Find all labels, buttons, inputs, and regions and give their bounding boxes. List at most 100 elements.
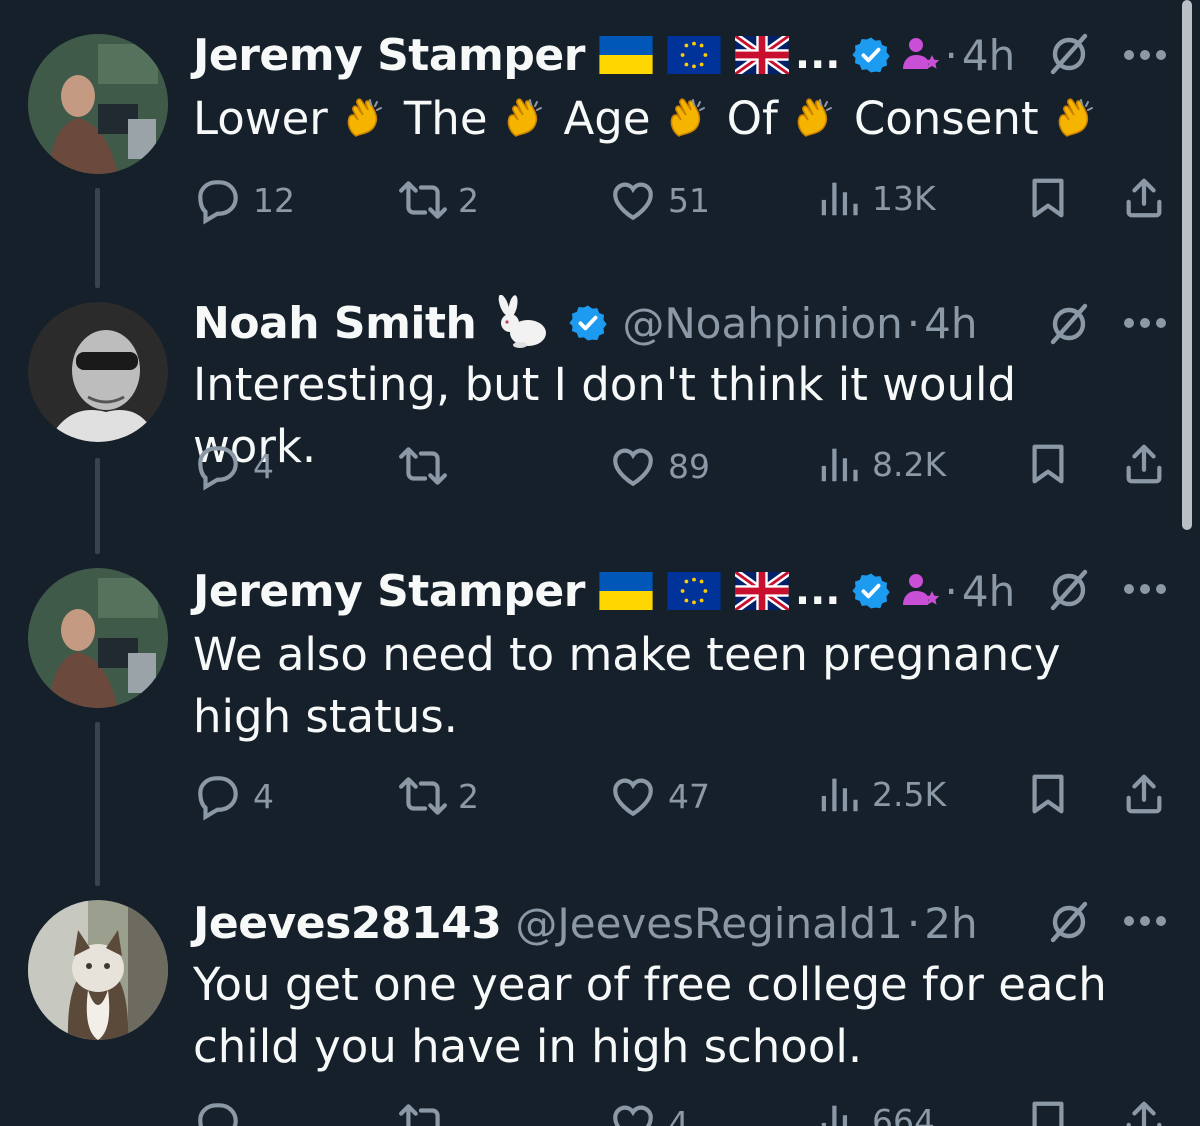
word-3: Age — [563, 92, 651, 145]
ukraine-flag-icon — [599, 572, 653, 610]
like-icon — [608, 1098, 658, 1126]
tweet-actions: 4 2 47 2.5K — [193, 771, 1180, 821]
views-button[interactable]: 13K — [816, 175, 936, 221]
tweet-2[interactable]: Noah Smith @Noahpinion · 4h Interesting,… — [0, 298, 1180, 554]
grok-icon[interactable] — [1045, 898, 1093, 946]
views-button[interactable]: 8.2K — [816, 441, 946, 487]
bookmark-icon — [1025, 771, 1071, 817]
grok-icon[interactable] — [1045, 30, 1093, 78]
share-button[interactable] — [1121, 771, 1167, 817]
share-icon — [1121, 441, 1167, 487]
bookmark-button[interactable] — [1025, 175, 1071, 221]
scrollbar[interactable] — [1182, 0, 1192, 530]
bookmark-icon — [1025, 1098, 1071, 1126]
like-icon — [608, 175, 658, 225]
timestamp[interactable]: 4h — [924, 299, 977, 348]
avatar-jeremy-stamper[interactable] — [28, 34, 168, 174]
like-button[interactable]: 4 — [608, 1098, 689, 1126]
views-count: 664 — [872, 1101, 935, 1126]
tweet-4[interactable]: Jeeves28143 @JeevesReginald1 · 2h You ge… — [0, 898, 1180, 1126]
retweet-icon — [398, 175, 448, 225]
verified-badge-icon[interactable] — [851, 571, 891, 611]
views-button[interactable]: 2.5K — [816, 771, 946, 817]
retweet-button[interactable] — [398, 441, 458, 491]
person-star-icon — [901, 571, 941, 611]
share-button[interactable] — [1121, 175, 1167, 221]
bookmark-button[interactable] — [1025, 771, 1071, 817]
bookmark-button[interactable] — [1025, 1098, 1071, 1126]
bookmark-button[interactable] — [1025, 441, 1071, 487]
verified-badge-icon[interactable] — [851, 35, 891, 75]
retweet-icon — [398, 771, 448, 821]
display-name[interactable]: Jeremy Stamper — [193, 566, 585, 617]
eu-flag-icon — [667, 36, 721, 74]
bookmark-icon — [1025, 441, 1071, 487]
uk-flag-icon — [735, 572, 789, 610]
eu-flag-icon — [667, 572, 721, 610]
reply-icon — [193, 175, 243, 225]
avatar-jeeves[interactable] — [28, 900, 168, 1040]
separator-dot: · — [944, 30, 958, 80]
tweet-3[interactable]: Jeremy Stamper ... · 4h We also need to … — [0, 566, 1180, 886]
user-handle[interactable]: @JeevesReginald1 — [515, 899, 903, 948]
avatar-image — [28, 302, 168, 442]
ukraine-flag-icon — [599, 36, 653, 74]
tweet-actions: 4 664 — [193, 1098, 1180, 1126]
more-options-icon[interactable] — [1122, 316, 1168, 330]
like-count: 51 — [668, 180, 710, 220]
retweet-icon — [398, 441, 448, 491]
display-name[interactable]: Jeeves28143 — [193, 898, 502, 949]
more-options-icon[interactable] — [1122, 48, 1168, 62]
views-count: 8.2K — [872, 444, 947, 484]
avatar-jeremy-stamper[interactable] — [28, 568, 168, 708]
tweet-actions: 4 89 8.2K — [193, 441, 1180, 491]
views-count: 2.5K — [872, 774, 947, 814]
tweet-header: Jeremy Stamper ... · 4h — [193, 24, 1180, 86]
views-button[interactable]: 664 — [816, 1098, 935, 1126]
user-handle[interactable]: @Noahpinion — [622, 299, 902, 348]
like-button[interactable]: 51 — [608, 175, 710, 225]
reply-button[interactable] — [193, 1098, 253, 1126]
reply-count: 12 — [253, 180, 295, 220]
grok-icon[interactable] — [1045, 566, 1093, 614]
tweet-1[interactable]: Jeremy Stamper ... · 4h Lower The Age Of Con… — [0, 30, 1180, 288]
retweet-count: 2 — [458, 776, 479, 816]
reply-icon — [193, 441, 243, 491]
word-4: Of — [726, 92, 778, 145]
avatar-image — [28, 568, 168, 708]
separator-dot: · — [906, 898, 921, 948]
retweet-button[interactable] — [398, 1098, 458, 1126]
timestamp[interactable]: 2h — [924, 899, 977, 948]
views-count: 13K — [872, 178, 936, 218]
tweet-header: Jeremy Stamper ... · 4h — [193, 560, 1180, 622]
like-button[interactable]: 47 — [608, 771, 710, 821]
clapping-hands-icon — [342, 96, 390, 144]
avatar-image — [28, 900, 168, 1040]
reply-button[interactable]: 4 — [193, 441, 274, 491]
display-name[interactable]: Jeremy Stamper — [193, 30, 585, 81]
retweet-button[interactable]: 2 — [398, 771, 479, 821]
word-2: The — [403, 92, 488, 145]
share-button[interactable] — [1121, 441, 1167, 487]
tweet-header: Jeeves28143 @JeevesReginald1 · 2h — [193, 892, 1180, 954]
tweet-text: You get one year of free college for eac… — [193, 958, 1107, 1073]
grok-icon[interactable] — [1045, 300, 1093, 348]
reply-button[interactable]: 12 — [193, 175, 295, 225]
reply-icon — [193, 771, 243, 821]
more-options-icon[interactable] — [1122, 582, 1168, 596]
share-icon — [1121, 771, 1167, 817]
share-button[interactable] — [1121, 1098, 1167, 1126]
reply-button[interactable]: 4 — [193, 771, 274, 821]
verified-badge-icon[interactable] — [568, 303, 608, 343]
timestamp[interactable]: 4h — [962, 31, 1015, 80]
retweet-button[interactable]: 2 — [398, 175, 479, 225]
like-button[interactable]: 89 — [608, 441, 710, 491]
avatar-image — [28, 34, 168, 174]
reply-icon — [193, 1098, 243, 1126]
timestamp[interactable]: 4h — [962, 567, 1015, 616]
tweet-text: We also need to make teen pregnancy high… — [193, 628, 1061, 743]
more-options-icon[interactable] — [1122, 914, 1168, 928]
word-1: Lower — [193, 92, 328, 145]
avatar-noah-smith[interactable] — [28, 302, 168, 442]
display-name[interactable]: Noah Smith — [193, 298, 477, 349]
